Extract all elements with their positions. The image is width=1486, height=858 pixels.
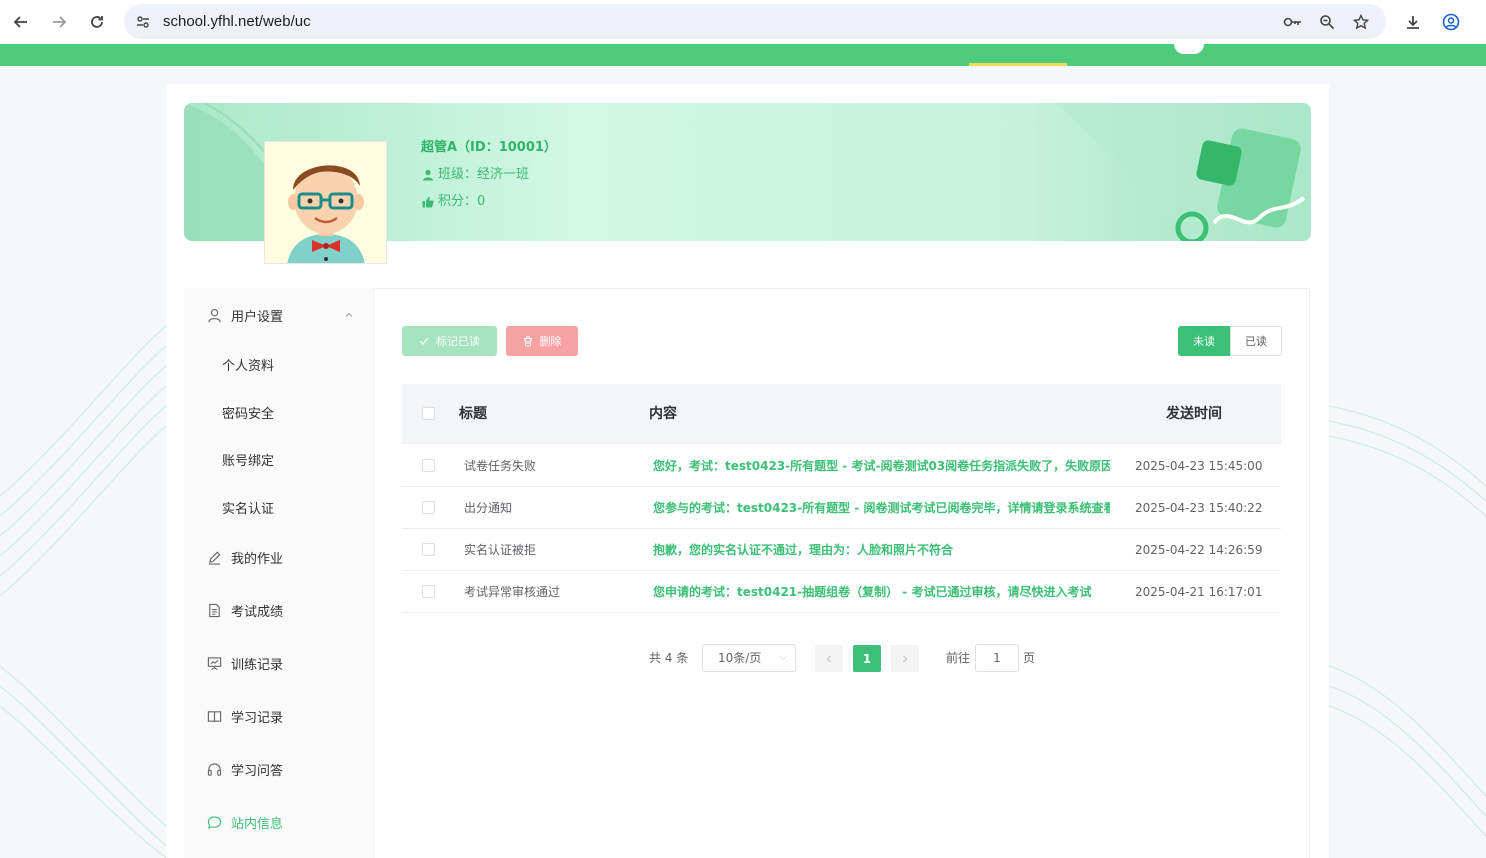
page-size-value: 10条/页 — [718, 651, 762, 665]
sidebar-item-account-binding[interactable]: 账号绑定 — [184, 439, 374, 479]
sidebar-item-label: 训练记录 — [231, 657, 284, 673]
table-row[interactable]: 出分通知 您参与的考试：test0423-所有题型 - 阅卷测试考试已阅卷完毕，… — [402, 487, 1281, 529]
user-avatar[interactable] — [264, 141, 387, 264]
sidebar-item-label: 用户设置 — [231, 309, 284, 325]
password-key-icon[interactable] — [1283, 12, 1303, 32]
sidebar: 用户设置 个人资料 密码安全 账号绑定 实名认证 我的作业 考试成绩 训练记录 — [184, 288, 374, 858]
site-settings-icon[interactable] — [133, 12, 153, 32]
row-checkbox[interactable] — [422, 501, 435, 514]
chevron-left-icon — [826, 655, 831, 662]
row-content[interactable]: 抱歉，您的实名认证不通过，理由为：人脸和照片不符合 — [653, 529, 1110, 571]
messages-table-header: 标题 内容 发送时间 — [402, 384, 1281, 444]
content-divider — [374, 288, 1310, 289]
prev-page-button[interactable] — [815, 645, 843, 672]
column-header-title[interactable]: 标题 — [459, 384, 487, 444]
sidebar-item-real-name[interactable]: 实名认证 — [184, 487, 374, 527]
url-text[interactable]: school.yfhl.net/web/uc — [163, 4, 311, 39]
sidebar-item-training[interactable]: 训练记录 — [184, 643, 374, 683]
sidebar-item-label: 学习记录 — [231, 710, 284, 726]
row-content[interactable]: 您参与的考试：test0423-所有题型 - 阅卷测试考试已阅卷完毕，详情请登录… — [653, 487, 1110, 529]
chevron-up-icon — [344, 310, 354, 320]
mark-read-button[interactable]: 标记已读 — [402, 326, 497, 356]
filter-unread-button[interactable]: 未读 — [1178, 326, 1230, 356]
row-content[interactable]: 您申请的考试：test0421-抽题组卷（复制） - 考试已通过审核，请尽快进入… — [653, 571, 1110, 613]
sidebar-item-label: 站内信息 — [231, 816, 284, 832]
filter-read-button[interactable]: 已读 — [1230, 326, 1282, 356]
user-points-text: 积分：0 — [438, 194, 486, 209]
edit-icon — [206, 549, 222, 565]
next-page-button[interactable] — [891, 645, 919, 672]
table-row[interactable]: 考试异常审核通过 您申请的考试：test0421-抽题组卷（复制） - 考试已通… — [402, 571, 1281, 613]
row-time: 2025-04-22 14:26:59 — [1135, 543, 1263, 557]
sidebar-item-exam-scores[interactable]: 考试成绩 — [184, 590, 374, 630]
content-border — [1309, 288, 1310, 858]
sidebar-item-label: 密码安全 — [222, 406, 275, 422]
user-icon — [421, 168, 435, 182]
chevron-right-icon — [903, 655, 908, 662]
chat-icon — [206, 814, 222, 830]
browser-toolbar: school.yfhl.net/web/uc — [0, 0, 1486, 44]
sidebar-item-password[interactable]: 密码安全 — [184, 392, 374, 432]
document-icon — [206, 602, 222, 618]
pagination-total: 共 4 条 — [649, 651, 689, 665]
table-row[interactable]: 试卷任务失败 您好，考试：test0423-所有题型 - 考试-阅卷测试03阅卷… — [402, 445, 1281, 487]
sidebar-item-study-records[interactable]: 学习记录 — [184, 696, 374, 736]
book-icon — [206, 708, 222, 724]
column-header-content[interactable]: 内容 — [649, 384, 677, 444]
row-checkbox[interactable] — [422, 459, 435, 472]
sidebar-item-label: 我的作业 — [231, 551, 284, 567]
page-number-button[interactable]: 1 — [853, 645, 881, 672]
site-header-strip — [0, 44, 1486, 66]
row-checkbox[interactable] — [422, 585, 435, 598]
mark-read-label: 标记已读 — [436, 335, 480, 348]
row-title: 出分通知 — [464, 501, 513, 515]
user-icon — [206, 307, 222, 323]
goto-label: 前往 — [946, 651, 971, 665]
sidebar-item-label: 学习问答 — [231, 763, 284, 779]
row-content[interactable]: 您好，考试：test0423-所有题型 - 考试-阅卷测试03阅卷任务指派失败了… — [653, 445, 1110, 487]
headset-icon — [206, 761, 222, 777]
trash-icon — [523, 336, 533, 347]
download-icon[interactable] — [1400, 9, 1426, 35]
chevron-down-icon: ⌵ — [779, 652, 787, 663]
sidebar-item-messages[interactable]: 站内信息 — [184, 802, 374, 842]
row-title: 实名认证被拒 — [464, 543, 537, 557]
page-size-select[interactable]: 10条/页 ⌵ — [702, 644, 796, 672]
address-bar[interactable]: school.yfhl.net/web/uc — [124, 4, 1386, 39]
sidebar-item-label: 考试成绩 — [231, 604, 284, 620]
bookmark-star-icon[interactable] — [1351, 12, 1371, 32]
check-icon — [419, 336, 429, 346]
row-time: 2025-04-23 15:45:00 — [1135, 459, 1263, 473]
zoom-icon[interactable] — [1317, 12, 1337, 32]
sidebar-item-homework[interactable]: 我的作业 — [184, 537, 374, 577]
sidebar-item-label: 实名认证 — [222, 501, 275, 517]
row-title: 考试异常审核通过 — [464, 585, 561, 599]
delete-button[interactable]: 删除 — [506, 326, 578, 356]
profile-icon[interactable] — [1438, 9, 1464, 35]
sidebar-item-label: 账号绑定 — [222, 453, 275, 469]
user-name: 超管A（ID：10001） — [421, 140, 557, 155]
sidebar-item-qa[interactable]: 学习问答 — [184, 749, 374, 789]
delete-label: 删除 — [539, 335, 562, 348]
thumbs-up-icon — [421, 195, 435, 209]
select-all-checkbox[interactable] — [422, 407, 435, 420]
page-unit-label: 页 — [1023, 651, 1036, 665]
user-class-text: 班级：经济一班 — [438, 167, 530, 182]
sidebar-item-profile[interactable]: 个人资料 — [184, 344, 374, 384]
row-time: 2025-04-21 16:17:01 — [1135, 585, 1263, 599]
goto-page-input[interactable]: 1 — [975, 644, 1019, 672]
chart-board-icon — [206, 655, 222, 671]
table-row[interactable]: 实名认证被拒 抱歉，您的实名认证不通过，理由为：人脸和照片不符合 2025-04… — [402, 529, 1281, 571]
sidebar-item-label: 个人资料 — [222, 358, 275, 374]
row-time: 2025-04-23 15:40:22 — [1135, 501, 1263, 515]
column-header-time[interactable]: 发送时间 — [1166, 384, 1222, 444]
row-title: 试卷任务失败 — [464, 459, 537, 473]
reload-icon[interactable] — [84, 9, 110, 35]
user-class: 班级：经济一班 — [421, 166, 529, 184]
user-points: 积分：0 — [421, 193, 485, 211]
forward-icon[interactable] — [46, 9, 72, 35]
back-icon[interactable] — [8, 9, 34, 35]
row-checkbox[interactable] — [422, 543, 435, 556]
sidebar-item-user-settings[interactable]: 用户设置 — [184, 295, 374, 335]
